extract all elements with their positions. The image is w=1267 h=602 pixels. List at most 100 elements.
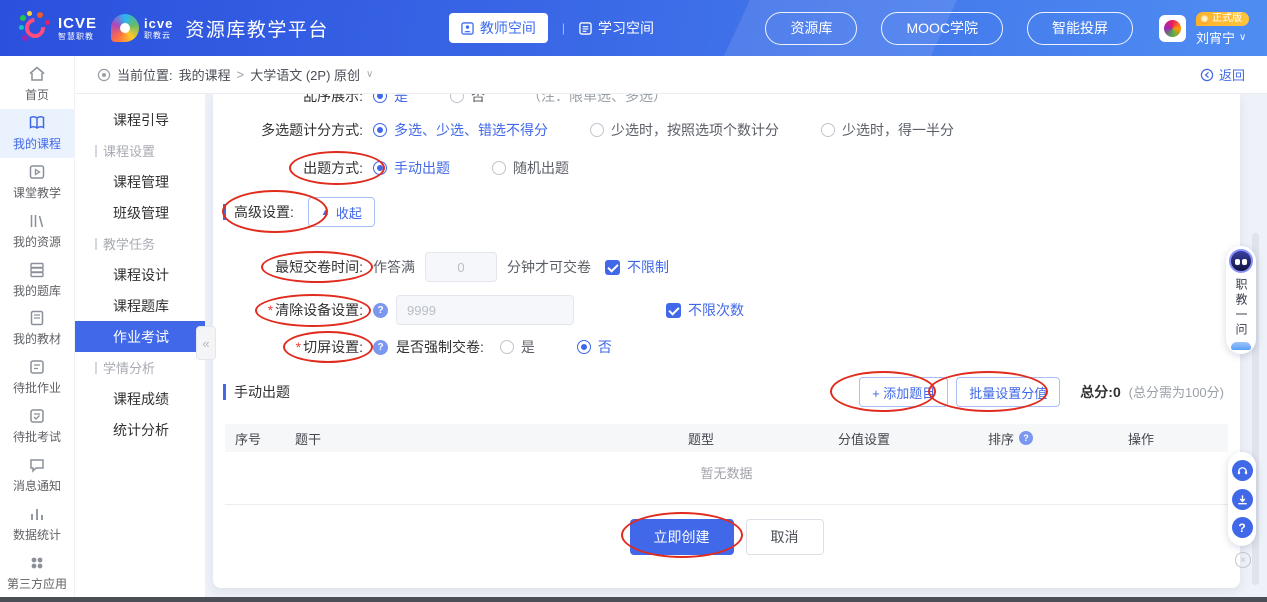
multi-score-row: 多选题计分方式: 多选、少选、错选不得分 少选时，按照选项个数计分 少选时，得一…: [213, 120, 1240, 140]
clear-device-row: *清除设备设置: ? 不限次数: [213, 295, 1240, 325]
floating-tools: ?: [1228, 452, 1256, 546]
add-question-button[interactable]: + 添加题目: [859, 377, 948, 407]
required-asterisk: *: [268, 302, 273, 318]
nav-teacher-space[interactable]: 教师空间: [449, 13, 548, 43]
collapse-button[interactable]: ▲ 收起: [308, 197, 375, 227]
subnav-section-teaching-tasks: 教学任务: [75, 228, 205, 259]
sidebar-item-classroom-teaching[interactable]: 课堂教学: [0, 158, 74, 207]
subnav-item-course-question-bank[interactable]: 课程题库: [75, 290, 205, 321]
radio-random-mode[interactable]: 随机出题: [492, 158, 569, 178]
triangle-up-icon: ▲: [321, 207, 330, 217]
footer-actions: 立即创建 取消: [213, 519, 1240, 555]
home-icon: [28, 65, 46, 83]
help-icon[interactable]: ?: [373, 340, 388, 355]
subnav-section-course-settings: 课程设置: [75, 135, 205, 166]
icve-zhihui-logo-text: ICVE 智慧职教: [58, 16, 97, 41]
radio-force-submit-yes[interactable]: 是: [500, 337, 535, 357]
section-accent-bar: [223, 204, 226, 220]
exam-settings-panel: 乱序展示: 是 否 （注：限单选、多选） 多选题计分方式: 多选、少选、错选不得…: [213, 94, 1240, 588]
course-icon: [28, 114, 46, 132]
question-table-header: 序号 题干 题型 分值设置 排序 ? 操作: [225, 424, 1228, 452]
subnav-item-course-design[interactable]: 课程设计: [75, 259, 205, 290]
screen-switch-row: *切屏设置: ? 是否强制交卷: 是 否: [213, 335, 1240, 359]
subnav-section-learning-analysis: 学情分析: [75, 352, 205, 383]
sidebar-item-my-resources[interactable]: 我的资源: [0, 206, 74, 255]
breadcrumb-course-name[interactable]: 大学语文 (2P) 原创: [250, 65, 360, 84]
subnav-item-course-management[interactable]: 课程管理: [75, 166, 205, 197]
sidebar-item-data-statistics[interactable]: 数据统计: [0, 499, 74, 548]
multi-score-label: 多选题计分方式:: [237, 120, 363, 140]
icve-zhijiaoyun-logo-icon: [111, 14, 139, 42]
course-subnav: 课程引导 课程设置 课程管理 班级管理 教学任务 课程设计 课程题库 作业考试 …: [75, 94, 205, 597]
header-nav: 教师空间 | 学习空间: [449, 13, 654, 43]
breadcrumb-separator: >: [237, 67, 245, 82]
min-submit-label: 最短交卷时间:: [237, 257, 363, 277]
sidebar-item-pending-exams[interactable]: 待批考试: [0, 402, 74, 451]
message-icon: [28, 456, 46, 474]
question-bank-icon: [28, 261, 46, 279]
radio-multi-score-option-3[interactable]: 少选时，得一半分: [821, 120, 954, 140]
breadcrumb-my-courses[interactable]: 我的课程: [179, 65, 231, 84]
subnav-item-course-grades[interactable]: 课程成绩: [75, 383, 205, 414]
subnav-item-class-management[interactable]: 班级管理: [75, 197, 205, 228]
subnav-item-statistical-analysis[interactable]: 统计分析: [75, 414, 205, 445]
avatar[interactable]: [1159, 15, 1186, 42]
username-menu[interactable]: 刘宵宁 ∨: [1196, 32, 1249, 45]
headset-icon: [1236, 464, 1249, 477]
sidebar-item-my-question-bank[interactable]: 我的题库: [0, 255, 74, 304]
radio-multi-score-option-2[interactable]: 少选时，按照选项个数计分: [590, 120, 779, 140]
subnav-collapse-handle[interactable]: «: [196, 326, 216, 360]
stats-icon: [28, 505, 46, 523]
customer-service-button[interactable]: [1232, 460, 1253, 481]
left-sidebar: 首页 我的课程 课堂教学 我的资源 我的题库 我的教材 待批作业 待批考试 消息…: [0, 56, 75, 597]
resource-library-button[interactable]: 资源库: [765, 12, 857, 45]
no-limit-checkbox[interactable]: 不限制: [605, 257, 669, 277]
nav-student-space[interactable]: 学习空间: [579, 18, 654, 38]
mooc-academy-button[interactable]: MOOC学院: [881, 12, 1003, 45]
sidebar-item-my-courses[interactable]: 我的课程: [0, 109, 74, 158]
nav-divider: |: [562, 21, 565, 35]
help-button[interactable]: ?: [1232, 517, 1253, 538]
smart-casting-button[interactable]: 智能投屏: [1027, 12, 1133, 45]
radio-manual-mode[interactable]: 手动出题: [373, 158, 450, 178]
column-stem: 题干: [295, 429, 688, 448]
create-button[interactable]: 立即创建: [630, 519, 734, 555]
bottom-strip: [0, 597, 1267, 602]
batch-score-button[interactable]: 批量设置分值: [956, 377, 1060, 407]
download-button[interactable]: [1232, 489, 1253, 510]
sidebar-item-third-party-apps[interactable]: 第三方应用: [0, 548, 74, 597]
exam-icon: [28, 407, 46, 425]
column-index: 序号: [235, 429, 295, 448]
unlimited-times-checkbox[interactable]: 不限次数: [666, 300, 744, 320]
breadcrumb-prefix: 当前位置:: [117, 65, 173, 84]
back-label: 返回: [1219, 65, 1245, 84]
location-pin-icon: [97, 68, 111, 82]
sidebar-item-my-textbooks[interactable]: 我的教材: [0, 304, 74, 353]
radio-icon: [590, 123, 604, 137]
platform-title: 资源库教学平台: [185, 15, 329, 42]
radio-force-submit-no[interactable]: 否: [577, 337, 612, 357]
assistant-widget[interactable]: 职教一问: [1226, 246, 1256, 354]
breadcrumb: 当前位置: 我的课程 > 大学语文 (2P) 原创 ∨: [97, 65, 373, 84]
advanced-settings-row: 高级设置: ▲ 收起: [213, 196, 1240, 228]
sidebar-item-notifications[interactable]: 消息通知: [0, 451, 74, 500]
subnav-item-homework-exam[interactable]: 作业考试: [75, 321, 205, 352]
clear-device-input[interactable]: [396, 295, 574, 325]
radio-multi-score-option-1[interactable]: 多选、少选、错选不得分: [373, 120, 548, 140]
clear-device-label: *清除设备设置:: [237, 300, 363, 320]
subnav-item-course-guide[interactable]: 课程引导: [75, 104, 205, 135]
radio-icon: [373, 161, 387, 175]
back-link[interactable]: 返回: [1200, 65, 1245, 84]
help-icon[interactable]: ?: [373, 303, 388, 318]
sidebar-item-home[interactable]: 首页: [0, 60, 74, 109]
close-float-icon[interactable]: ×: [1235, 552, 1251, 568]
nav-teacher-label: 教师空间: [480, 18, 536, 38]
sidebar-item-pending-homework[interactable]: 待批作业: [0, 353, 74, 402]
header-actions: 资源库 MOOC学院 智能投屏: [765, 12, 1133, 45]
sort-help-icon[interactable]: ?: [1019, 431, 1033, 445]
course-dropdown-caret-icon[interactable]: ∨: [366, 69, 373, 80]
top-header: ICVE 智慧职教 icve 职教云 资源库教学平台 教师空间 | 学习空间 资…: [0, 0, 1267, 56]
min-submit-input[interactable]: [425, 252, 497, 282]
cancel-button[interactable]: 取消: [746, 519, 824, 555]
icve-zhijiaoyun-logo-text: icve 职教云: [144, 17, 173, 40]
